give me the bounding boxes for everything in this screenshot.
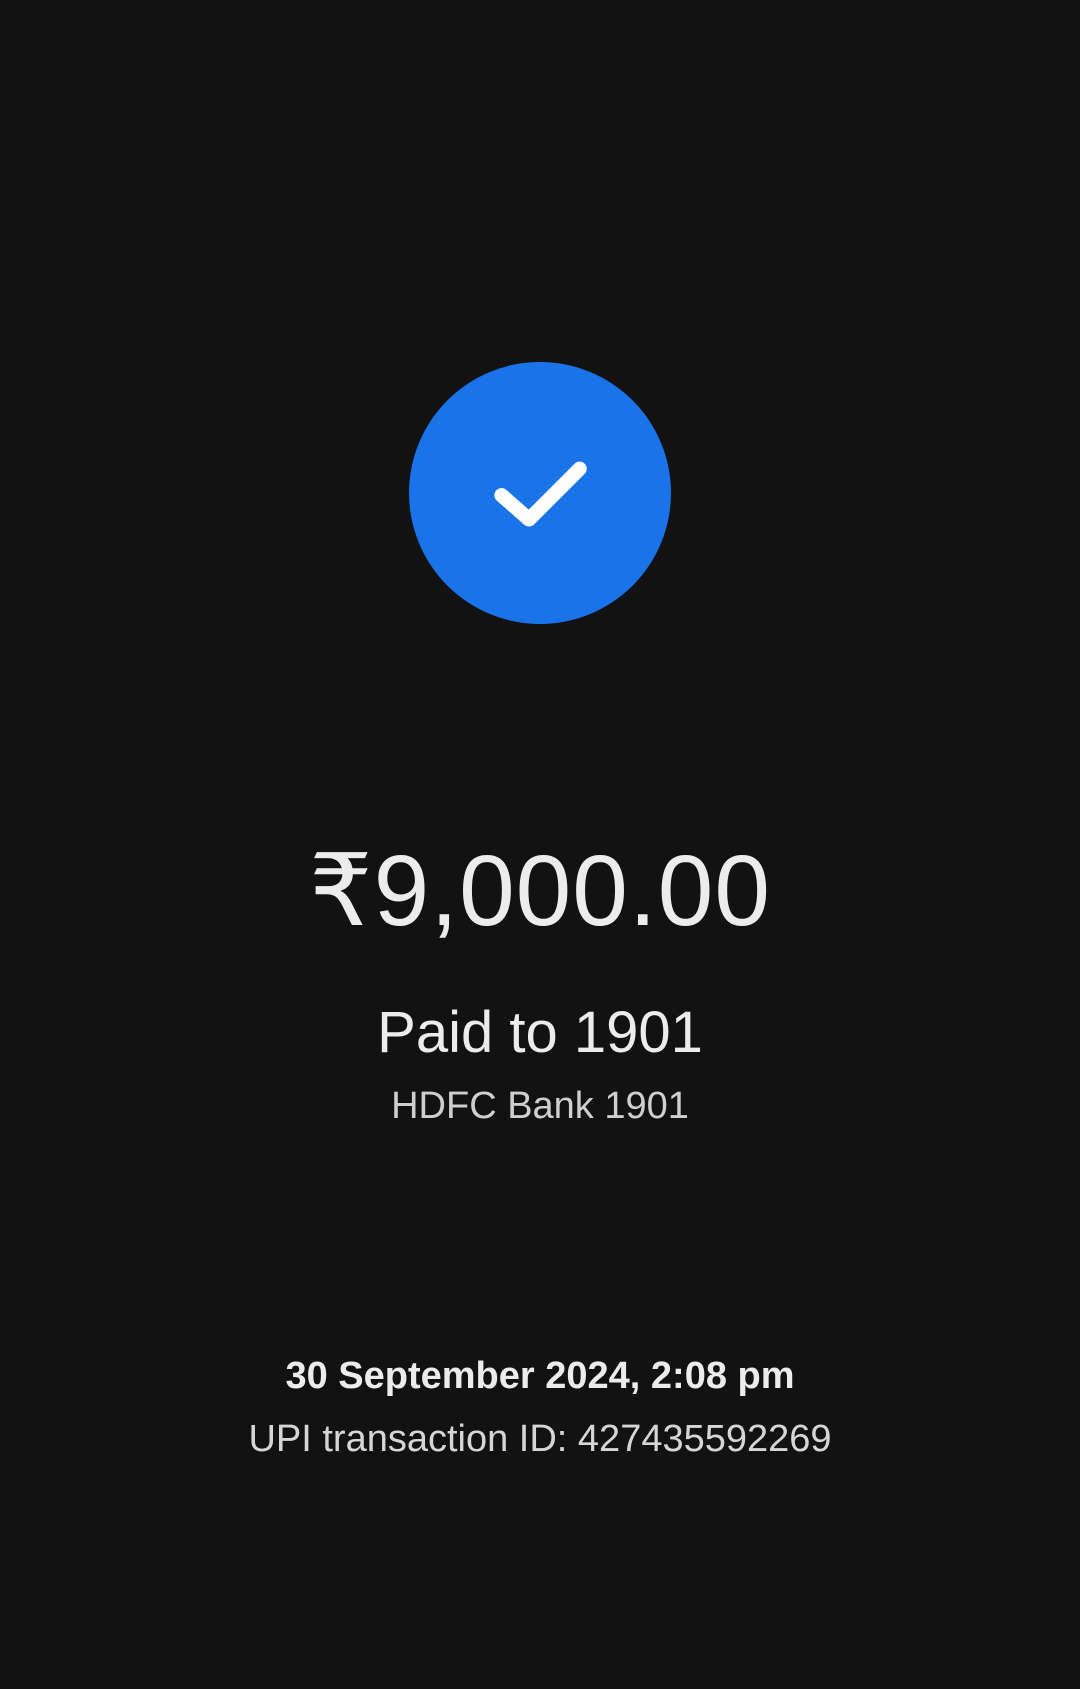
transaction-datetime: 30 September 2024, 2:08 pm <box>285 1355 795 1397</box>
payment-success-screen: ₹9,000.00 Paid to 1901 HDFC Bank 1901 30… <box>0 0 1080 1689</box>
payee-bank: HDFC Bank 1901 <box>391 1085 689 1127</box>
transaction-id: UPI transaction ID: 427435592269 <box>248 1418 832 1460</box>
payee-name: Paid to 1901 <box>377 1000 703 1065</box>
checkmark-icon <box>494 461 587 527</box>
success-badge <box>409 362 671 624</box>
payment-amount: ₹9,000.00 <box>309 835 771 947</box>
